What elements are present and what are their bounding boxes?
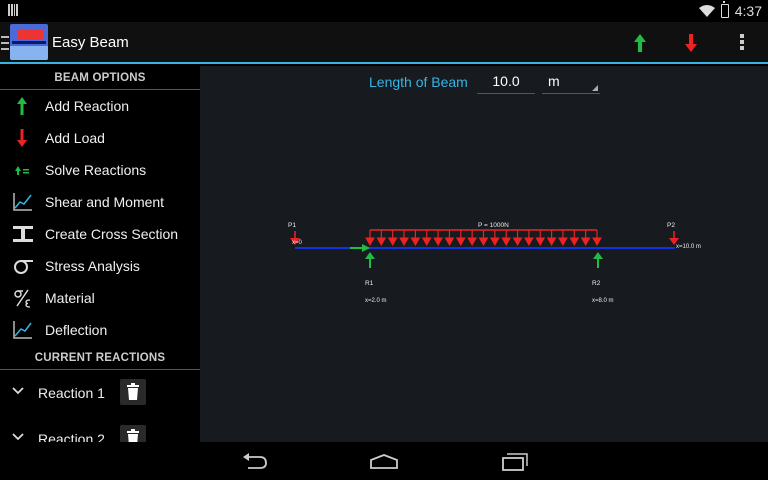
distributed-load-arrow-head [580, 237, 591, 247]
chart-line-icon [13, 193, 32, 211]
menu-label: Material [45, 290, 95, 306]
sigma-icon [14, 260, 33, 274]
distributed-load-arrow-head [421, 237, 432, 247]
beam-diagram[interactable]: P = 1000N P1 x=0 P2 x=10.0 m R1 x=2.0 m … [200, 66, 768, 442]
distributed-load-arrow-head [524, 237, 534, 247]
current-reactions-header: CURRENT REACTIONS [0, 346, 200, 370]
distributed-load-arrow-head [455, 237, 466, 247]
menu-label: Solve Reactions [45, 162, 147, 178]
distributed-load-arrow-head [558, 237, 568, 247]
back-icon[interactable] [240, 450, 270, 472]
overflow-menu-icon[interactable] [740, 34, 744, 50]
delete-reaction-button[interactable] [120, 425, 146, 442]
distributed-load-arrow-head [433, 237, 443, 247]
deflection-chart-icon [13, 321, 32, 339]
app-title: Easy Beam [52, 34, 129, 51]
distributed-load-arrow-head [399, 237, 409, 247]
status-bar: 4:37 [0, 0, 768, 22]
green-up-arrow-icon [17, 97, 27, 115]
p2-position: x=10.0 m [676, 244, 701, 250]
p1-label: P1 [288, 222, 296, 229]
menu-item-material[interactable]: Material [0, 282, 200, 314]
solve-reactions-icon [15, 166, 29, 175]
menu-item-stress-analysis[interactable]: Stress Analysis [0, 250, 200, 282]
r1-position: x=2.0 m [365, 298, 387, 304]
chevron-down-icon[interactable] [12, 386, 24, 396]
distributed-load-arrow-head [467, 237, 478, 247]
distributed-load [365, 229, 602, 247]
red-down-arrow-icon [17, 129, 27, 147]
recent-apps-icon[interactable] [500, 450, 530, 472]
menu-label: Add Reaction [45, 98, 130, 114]
chevron-down-icon[interactable] [12, 432, 24, 442]
menu-item-create-cross-section[interactable]: Create Cross Section [0, 218, 200, 250]
delete-reaction-button[interactable] [120, 379, 146, 405]
beam-canvas-area: Length of Beam 10.0 m P = 1000N P1 x=0 P… [200, 66, 768, 442]
r1-horizontal-head [362, 244, 370, 252]
distributed-load-arrow-head [512, 237, 523, 247]
add-load-button[interactable] [681, 32, 701, 54]
sigma-epsilon-icon [14, 289, 31, 308]
distributed-load-arrow-head [444, 237, 455, 247]
distributed-load-arrow-head [535, 237, 546, 247]
menu-item-deflection[interactable]: Deflection [0, 314, 200, 346]
reaction-label: Reaction 1 [38, 385, 105, 401]
distributed-load-arrow-head [501, 237, 512, 247]
distributed-load-arrow-head [387, 237, 398, 247]
i-beam-icon [13, 226, 33, 242]
distributed-load-arrow-head [489, 237, 500, 247]
load-label: P = 1000N [478, 222, 509, 229]
system-navigation-bar [0, 442, 768, 480]
menu-label: Stress Analysis [45, 258, 140, 274]
distributed-load-arrow-head [478, 237, 489, 247]
status-time: 4:37 [734, 3, 762, 19]
r2-vertical-head [593, 252, 603, 259]
menu-label: Create Cross Section [45, 226, 179, 242]
battery-icon [720, 1, 729, 18]
wifi-icon [698, 5, 715, 17]
p1-position: x=0 [292, 240, 303, 246]
reaction-item-1[interactable]: Reaction 1 [0, 370, 200, 416]
distributed-load-arrow-head [410, 237, 421, 247]
distributed-load-arrow-head [592, 237, 602, 247]
menu-label: Deflection [45, 322, 108, 338]
home-icon[interactable] [369, 450, 399, 472]
menu-item-solve-reactions[interactable]: Solve Reactions [0, 154, 200, 186]
r2-position: x=8.0 m [592, 298, 614, 304]
add-reaction-button[interactable] [630, 32, 650, 54]
action-bar: Easy Beam [0, 22, 768, 64]
distributed-load-arrow-head [569, 237, 580, 247]
p2-label: P2 [667, 222, 675, 229]
notification-icon [8, 4, 18, 16]
r1-label: R1 [365, 280, 374, 287]
drawer-toggle-icon[interactable] [1, 36, 9, 50]
distributed-load-arrow-head [376, 237, 387, 247]
reaction-label: Reaction 2 [38, 431, 105, 442]
menu-item-add-load[interactable]: Add Load [0, 122, 200, 154]
app-logo[interactable] [10, 24, 48, 60]
r2-label: R2 [592, 280, 601, 287]
reaction-item-2[interactable]: Reaction 2 [0, 416, 200, 442]
navigation-drawer: BEAM OPTIONS Add Reaction Add Load Solve… [0, 66, 200, 442]
menu-label: Shear and Moment [45, 194, 165, 210]
r1-vertical-head [365, 252, 375, 259]
distributed-load-arrow-head [546, 237, 557, 247]
menu-item-shear-and-moment[interactable]: Shear and Moment [0, 186, 200, 218]
beam-options-header: BEAM OPTIONS [0, 66, 200, 90]
menu-item-add-reaction[interactable]: Add Reaction [0, 90, 200, 122]
menu-label: Add Load [45, 130, 105, 146]
distributed-load-arrow-head [365, 237, 375, 247]
